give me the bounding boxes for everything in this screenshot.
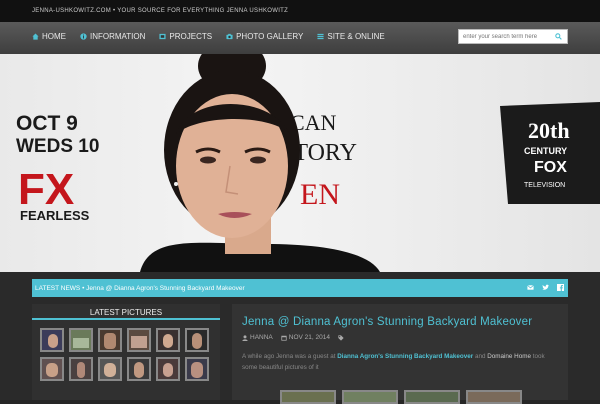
post-image[interactable] <box>280 390 336 404</box>
tag-icon <box>338 334 344 341</box>
list-icon <box>317 33 324 40</box>
thumbnail[interactable] <box>127 357 151 381</box>
thumbnail[interactable] <box>69 357 93 381</box>
thumbnail[interactable] <box>185 328 209 352</box>
latest-pictures-widget: LATEST PICTURES <box>32 304 220 400</box>
post-tags[interactable] <box>338 334 344 341</box>
post-image[interactable] <box>342 390 398 404</box>
post-meta: HANNA NOV 21, 2014 <box>232 328 568 341</box>
camera-icon <box>226 33 233 40</box>
nav-item-projects[interactable]: PROJECTS <box>159 32 212 41</box>
post-image[interactable] <box>404 390 460 404</box>
nav-label: SITE & ONLINE <box>327 32 385 41</box>
post-image[interactable] <box>466 390 522 404</box>
hero-image: OCT 9 WEDS 10 FX FEARLESS RICAN STORY EN… <box>16 54 600 272</box>
search-button[interactable] <box>551 30 565 43</box>
fx-logo: FX <box>18 165 74 214</box>
fox-logo-20th: 20th <box>528 118 570 143</box>
fx-sub: FEARLESS <box>20 208 90 223</box>
calendar-icon <box>281 335 287 341</box>
thumbnail[interactable] <box>156 328 180 352</box>
excerpt-pre: A while ago Jenna was a guest at <box>242 353 338 360</box>
thumbnail[interactable] <box>40 328 64 352</box>
post-author[interactable]: HANNA <box>242 334 273 341</box>
nav-label: HOME <box>42 32 66 41</box>
post-image-strip <box>280 390 522 404</box>
hero-left-text-2: WEDS 10 <box>16 136 99 157</box>
email-icon[interactable] <box>527 284 534 291</box>
home-icon <box>32 33 39 40</box>
post-excerpt: A while ago Jenna was a guest at Dianna … <box>232 341 568 373</box>
social-icons <box>527 284 564 291</box>
nav-item-site-online[interactable]: SITE & ONLINE <box>317 32 385 41</box>
latest-news-text: LATEST NEWS • Jenna @ Dianna Agron's Stu… <box>35 284 245 292</box>
post-title[interactable]: Jenna @ Dianna Agron's Stunning Backyard… <box>232 304 568 328</box>
site-tagline: JENNA-USHKOWITZ.COM • YOUR SOURCE FOR EV… <box>0 0 600 22</box>
post-date: NOV 21, 2014 <box>281 334 330 341</box>
post-date-text: NOV 21, 2014 <box>288 334 330 341</box>
twitter-icon[interactable] <box>542 284 549 291</box>
nav-label: PROJECTS <box>169 32 213 41</box>
thumbnail[interactable] <box>127 328 151 352</box>
latest-news-bar[interactable]: LATEST NEWS • Jenna @ Dianna Agron's Stu… <box>32 279 568 297</box>
nav-menu: HOME INFORMATION PROJECTS PHOTO GALLERY … <box>32 32 399 41</box>
facebook-icon[interactable] <box>557 284 564 291</box>
nav-item-information[interactable]: INFORMATION <box>80 32 145 41</box>
nav-item-home[interactable]: HOME <box>32 32 66 41</box>
excerpt-link[interactable]: Dianna Agron's Stunning Backyard Makeove… <box>337 353 473 360</box>
thumbnail-grid <box>32 320 220 381</box>
excerpt-brand: Domaine Home <box>487 353 531 360</box>
search-box <box>458 29 568 44</box>
nav-label: PHOTO GALLERY <box>236 32 304 41</box>
thumbnail[interactable] <box>98 328 122 352</box>
excerpt-mid: and <box>473 353 488 360</box>
search-icon <box>554 33 562 40</box>
thumbnail[interactable] <box>98 357 122 381</box>
fox-logo-century: CENTURY <box>524 146 567 156</box>
info-icon <box>80 33 87 40</box>
latest-post: Jenna @ Dianna Agron's Stunning Backyard… <box>232 304 568 404</box>
fox-logo: 20th CENTURY FOX TELEVISION <box>500 102 600 204</box>
film-icon <box>159 33 166 40</box>
post-author-name: HANNA <box>250 334 273 341</box>
fox-logo-television: TELEVISION <box>524 182 565 189</box>
thumbnail[interactable] <box>156 357 180 381</box>
user-icon <box>242 334 248 341</box>
thumbnail[interactable] <box>185 357 209 381</box>
thumbnail[interactable] <box>69 328 93 352</box>
nav-label: INFORMATION <box>90 32 146 41</box>
search-input[interactable] <box>459 33 551 40</box>
latest-pictures-title: LATEST PICTURES <box>32 304 220 320</box>
hero-left-text-1: OCT 9 <box>16 112 78 135</box>
thumbnail[interactable] <box>40 357 64 381</box>
hero-center-text-3: EN <box>300 178 340 211</box>
hero-banner: OCT 9 WEDS 10 FX FEARLESS RICAN STORY EN… <box>0 54 600 272</box>
nav-item-photo-gallery[interactable]: PHOTO GALLERY <box>226 32 303 41</box>
fox-logo-fox: FOX <box>534 159 567 176</box>
